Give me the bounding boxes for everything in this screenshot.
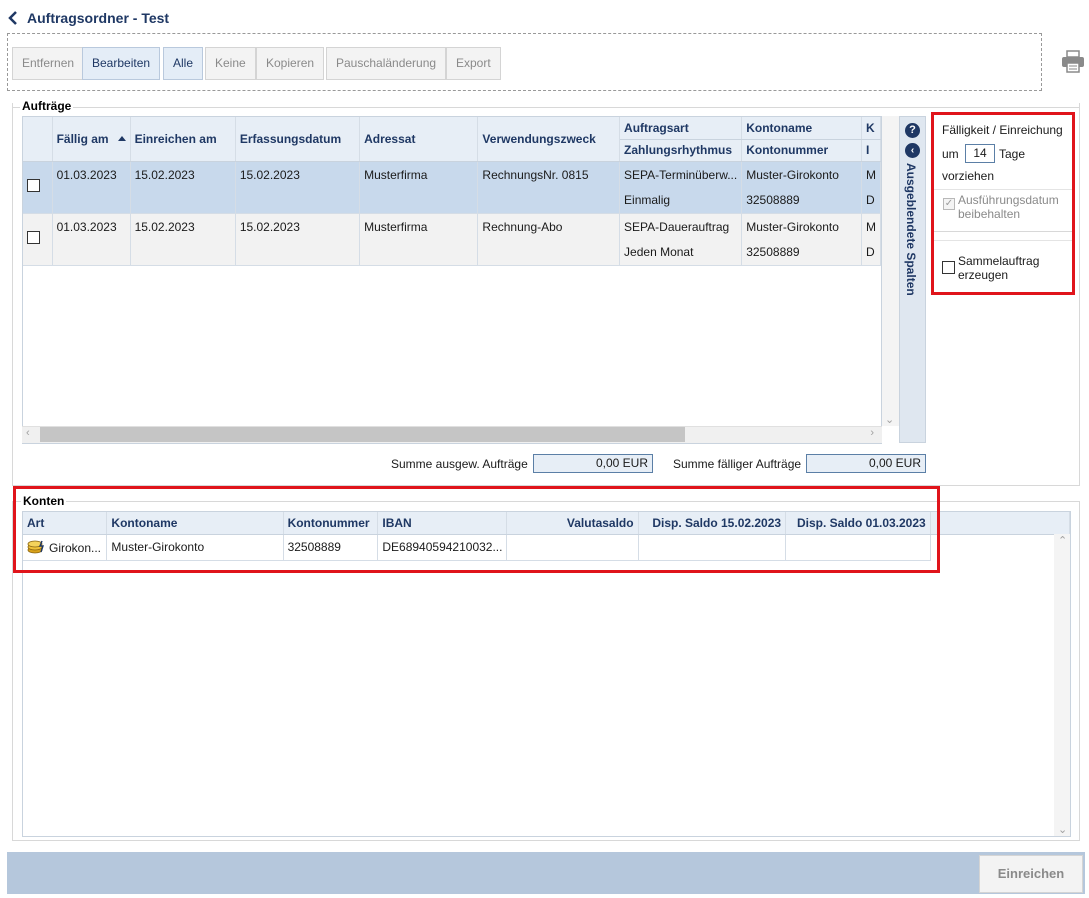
cell-faellig: 01.03.2023 [52, 161, 131, 214]
col-auftragsart-header[interactable]: Auftragsart [619, 117, 743, 140]
cell-einreichen: 15.02.2023 [130, 213, 236, 266]
cell-faellig: 01.03.2023 [52, 213, 131, 266]
col-zahlungsrhythmus-header[interactable]: Zahlungsrhythmus [619, 139, 743, 162]
cell-auftragsart: SEPA-Dauerauftrag [619, 213, 743, 239]
col-i-header[interactable]: I [861, 139, 881, 162]
cell-kontoname: Muster-Girokonto [741, 213, 862, 239]
cell-erfassung: 15.02.2023 [235, 213, 361, 266]
table-row[interactable]: 01.03.2023 15.02.2023 15.02.2023 Musterf… [23, 213, 881, 266]
hidden-columns-label[interactable]: Ausgeblendete Spalten [904, 163, 918, 296]
copy-button[interactable]: Kopieren [256, 47, 325, 80]
scroll-right-icon[interactable]: › [870, 427, 874, 439]
scroll-down-icon[interactable]: ⌄ [1058, 823, 1067, 836]
col-k-header[interactable]: K [861, 117, 881, 140]
auftraege-grid: Fällig am Einreichen am Erfassungsdatum … [22, 116, 882, 444]
cell-zweck: Rechnung-Abo [477, 213, 621, 266]
cell-zahlungsrhythmus: Einmalig [619, 187, 743, 214]
sum-due-value: 0,00 EUR [806, 454, 926, 473]
konten-highlight-frame [13, 486, 940, 573]
page-title: Auftragsordner - Test [27, 10, 170, 26]
due-date-options-box: Fälligkeit / Einreichung um 14 Tage vorz… [931, 112, 1075, 295]
cell-auftragsart: SEPA-Terminüberw... [619, 161, 743, 187]
remove-button[interactable]: Entfernen [12, 47, 85, 80]
options-tage-label: Tage [999, 147, 1026, 161]
select-column-header [23, 117, 53, 162]
sum-due-label: Summe fälliger Aufträge [673, 457, 802, 471]
help-icon[interactable]: ? [905, 123, 920, 138]
col-erfassung-header[interactable]: Erfassungsdatum [235, 117, 361, 162]
collective-order-checkbox[interactable] [942, 261, 955, 274]
cell-kontoname: Muster-Girokonto [741, 161, 862, 187]
back-chevron-icon[interactable] [7, 9, 19, 27]
cell-zweck: RechnungsNr. 0815 [477, 161, 621, 214]
auftraege-section-label: Aufträge [20, 99, 74, 113]
cell-k: M [861, 161, 881, 187]
submit-button[interactable]: Einreichen [979, 855, 1083, 893]
export-button[interactable]: Export [446, 47, 501, 80]
chevron-left-icon[interactable]: ‹ [905, 143, 920, 158]
cell-kontonummer: 32508889 [741, 187, 862, 214]
keep-date-label: Ausführungsdatum beibehalten [958, 193, 1059, 221]
col-kontoname-header[interactable]: Kontoname [741, 117, 862, 140]
cell-einreichen: 15.02.2023 [130, 161, 236, 214]
auftraege-vertical-scrollbar[interactable]: ⌄ [882, 116, 899, 426]
col-filler-header [930, 512, 1070, 535]
cell-zahlungsrhythmus: Jeden Monat [619, 239, 743, 266]
select-all-button[interactable]: Alle [163, 47, 204, 80]
collective-order-label: Sammelauftrag erzeugen [958, 254, 1040, 282]
sum-selected-label: Summe ausgew. Aufträge [391, 457, 528, 471]
col-adressat-header[interactable]: Adressat [359, 117, 479, 162]
scroll-left-icon[interactable]: ‹ [26, 427, 30, 439]
cell-erfassung: 15.02.2023 [235, 161, 361, 214]
printer-icon[interactable] [1060, 49, 1086, 75]
sort-ascending-icon [117, 135, 126, 141]
table-row[interactable]: 01.03.2023 15.02.2023 15.02.2023 Musterf… [23, 161, 881, 214]
cell-k: M [861, 213, 881, 239]
col-kontonummer-header[interactable]: Kontonummer [741, 139, 862, 162]
select-none-button[interactable]: Keine [205, 47, 256, 80]
options-title: Fälligkeit / Einreichung [942, 123, 1063, 137]
keep-date-checkbox[interactable]: ✓ [943, 198, 955, 210]
days-input[interactable]: 14 [965, 144, 995, 163]
cell-kontonummer: 32508889 [741, 239, 862, 266]
options-vorziehen-label: vorziehen [942, 169, 995, 183]
row-checkbox[interactable] [27, 179, 40, 192]
scroll-down-icon[interactable]: ⌄ [885, 413, 894, 426]
edit-button[interactable]: Bearbeiten [82, 47, 161, 80]
col-zweck-header[interactable]: Verwendungszweck [477, 117, 621, 162]
toolbar: Entfernen Bearbeiten Alle Keine Kopieren… [7, 33, 1042, 91]
cell-i: D [861, 187, 881, 214]
sum-selected-value: 0,00 EUR [533, 454, 653, 473]
col-einreichen-header[interactable]: Einreichen am [130, 117, 236, 162]
footer-bar [7, 852, 1085, 894]
cell-i: D [861, 239, 881, 266]
bulk-change-button[interactable]: Pauschaländerung [326, 47, 447, 80]
col-faellig-header[interactable]: Fällig am [52, 117, 131, 162]
scroll-up-icon[interactable]: ⌃ [1058, 534, 1067, 547]
cell-adressat: Musterfirma [359, 161, 479, 214]
row-checkbox[interactable] [27, 231, 40, 244]
options-um-label: um [942, 147, 959, 161]
cell-adressat: Musterfirma [359, 213, 479, 266]
cell-filler [930, 534, 1070, 560]
horizontal-scroll-thumb[interactable] [40, 427, 685, 442]
konten-vertical-scrollbar[interactable]: ⌃ ⌄ [1054, 534, 1070, 836]
